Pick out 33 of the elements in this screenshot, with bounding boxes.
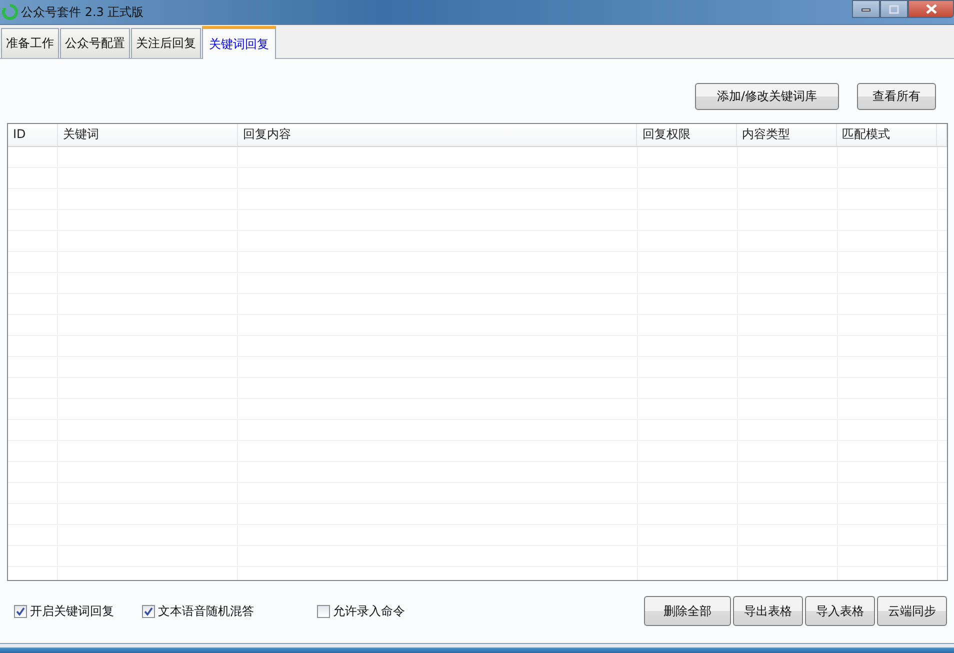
recycle-icon bbox=[2, 4, 18, 20]
window-title: 公众号套件 2.3 正式版 bbox=[21, 4, 144, 20]
option-label: 文本语音随机混答 bbox=[158, 602, 254, 620]
tab[interactable]: 公众号配置 bbox=[60, 28, 130, 58]
action-button[interactable]: 查看所有 bbox=[857, 83, 936, 110]
option-checkbox[interactable]: 开启关键词回复 bbox=[14, 602, 142, 620]
checkbox[interactable] bbox=[142, 604, 155, 618]
close-button[interactable] bbox=[908, 0, 954, 18]
minimize-button[interactable] bbox=[852, 0, 880, 18]
action-button[interactable]: 添加/修改关键词库 bbox=[695, 83, 839, 110]
tab[interactable]: 关键词回复 bbox=[202, 26, 276, 59]
checkbox[interactable] bbox=[317, 604, 330, 618]
option-label: 允许录入命令 bbox=[333, 602, 405, 620]
action-button[interactable]: 云端同步 bbox=[877, 596, 947, 626]
tab[interactable]: 关注后回复 bbox=[131, 28, 201, 58]
option-checkbox[interactable]: 文本语音随机混答 bbox=[142, 602, 317, 620]
tab[interactable]: 准备工作 bbox=[1, 28, 59, 58]
column-header[interactable]: ID bbox=[8, 124, 58, 146]
column-header[interactable]: 内容类型 bbox=[737, 124, 838, 146]
checkbox[interactable] bbox=[14, 604, 27, 618]
close-icon bbox=[926, 4, 936, 14]
action-button[interactable]: 删除全部 bbox=[644, 596, 731, 626]
option-label: 开启关键词回复 bbox=[30, 602, 114, 620]
action-button[interactable]: 导入表格 bbox=[805, 596, 875, 626]
column-header[interactable]: 匹配模式 bbox=[837, 124, 937, 146]
column-header[interactable]: 关键词 bbox=[58, 124, 238, 146]
maximize-button[interactable] bbox=[880, 0, 908, 18]
column-header[interactable]: 回复内容 bbox=[238, 124, 638, 146]
option-checkbox[interactable]: 允许录入命令 bbox=[317, 602, 405, 620]
column-header[interactable]: 回复权限 bbox=[637, 124, 738, 146]
action-button[interactable]: 导出表格 bbox=[733, 596, 803, 626]
maximize-icon bbox=[889, 4, 899, 14]
minimize-icon bbox=[861, 6, 871, 12]
